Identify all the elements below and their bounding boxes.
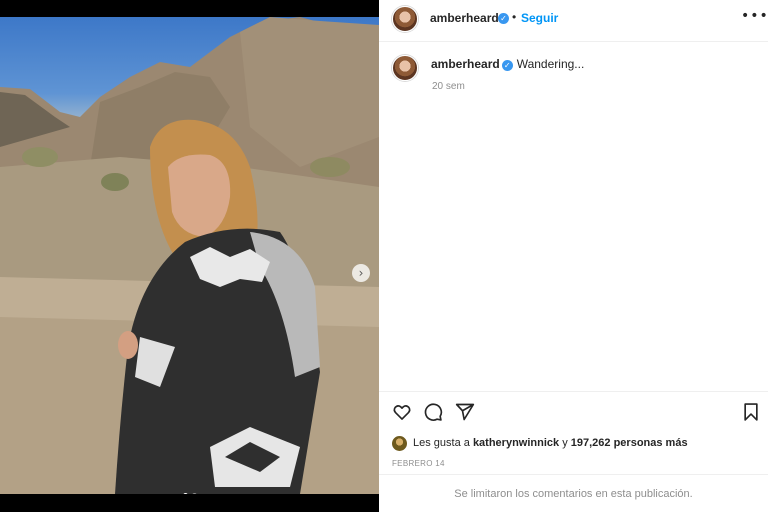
- heart-icon[interactable]: [392, 402, 412, 422]
- post-media: ›: [0, 0, 379, 512]
- likes-prefix: Les gusta a: [413, 437, 470, 449]
- carousel-indicator: [0, 493, 379, 494]
- liker-avatar[interactable]: [392, 435, 407, 451]
- author-avatar[interactable]: [392, 6, 418, 32]
- desert-photo: [0, 17, 379, 494]
- bookmark-icon[interactable]: [741, 402, 761, 422]
- likes-count[interactable]: 197,262 personas más: [571, 437, 688, 449]
- header-separator: •: [512, 10, 517, 24]
- post-time-ago[interactable]: 20 sem: [432, 81, 465, 92]
- author-username[interactable]: amberheard: [430, 11, 499, 25]
- share-icon[interactable]: [455, 402, 475, 422]
- likes-joiner: y: [562, 437, 568, 449]
- caption-text: amberheard ✓ Wandering...: [431, 57, 584, 71]
- action-bar: [379, 391, 768, 431]
- caption-body: Wandering...: [516, 57, 585, 71]
- carousel-dot: [191, 493, 197, 494]
- post-header: amberheard ✓ • Seguir •••: [379, 0, 768, 42]
- comments-limited-notice: Se limitaron los comentarios en esta pub…: [379, 474, 768, 512]
- verified-badge-icon: ✓: [501, 60, 513, 71]
- more-options-icon[interactable]: •••: [741, 8, 768, 24]
- likes-summary: Les gusta a katherynwinnick y 197,262 pe…: [392, 435, 688, 451]
- post-photo[interactable]: ›: [0, 17, 379, 494]
- chevron-right-icon: ›: [358, 266, 364, 280]
- caption-avatar[interactable]: [392, 55, 418, 81]
- carousel-dot-active: [182, 493, 188, 494]
- comment-icon[interactable]: [423, 402, 443, 422]
- follow-button[interactable]: Seguir: [521, 11, 558, 25]
- liker-username[interactable]: katherynwinnick: [473, 437, 559, 449]
- post-date[interactable]: FEBRERO 14: [392, 459, 445, 468]
- post-details-panel: amberheard ✓ • Seguir ••• amberheard ✓ Wan…: [379, 0, 768, 512]
- verified-badge-icon: ✓: [498, 13, 509, 24]
- next-photo-button[interactable]: ›: [352, 264, 370, 282]
- caption-username[interactable]: amberheard: [431, 57, 500, 71]
